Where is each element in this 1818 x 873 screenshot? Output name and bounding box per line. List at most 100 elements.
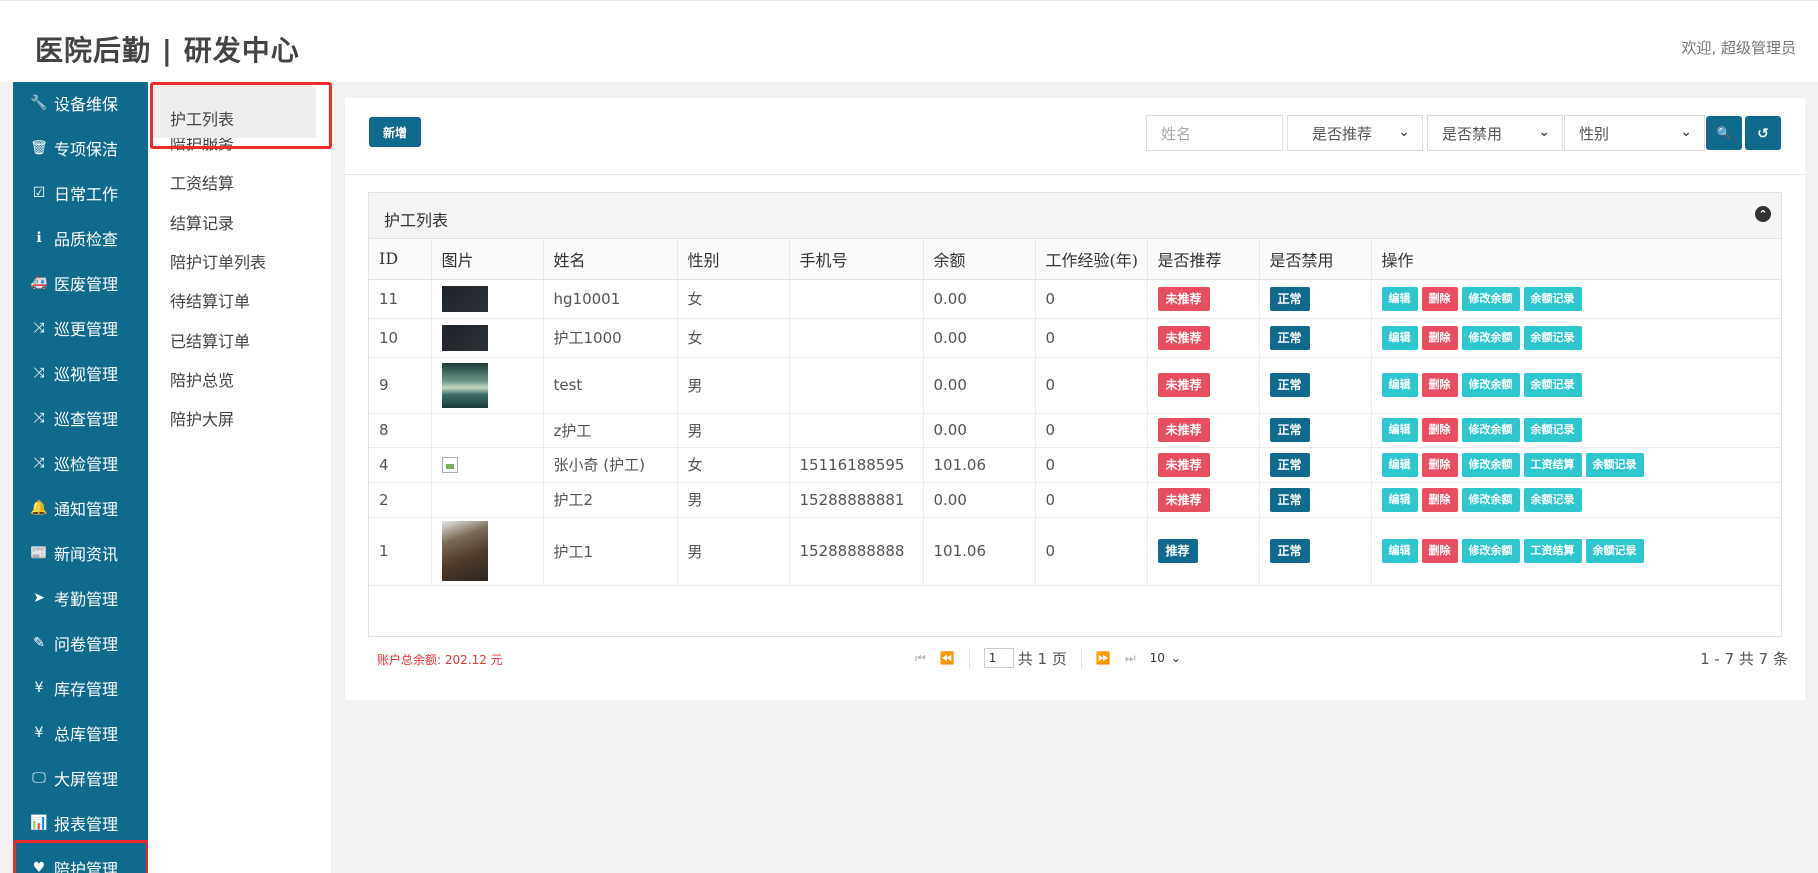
salary-settle-button[interactable]: 工资结算 xyxy=(1523,452,1582,477)
sidebar-item[interactable]: 🗑 专项保洁 xyxy=(13,125,148,170)
status-badge[interactable]: 正常 xyxy=(1269,487,1310,512)
balance-record-button[interactable]: 余额记录 xyxy=(1523,373,1582,397)
table-row: 1 护工1 男 15288888888 101.06 0 推荐 正常 编辑 删除 修改余额 工资结算余… xyxy=(369,517,1781,586)
modify-balance-button[interactable]: 修改余额 xyxy=(1461,487,1520,512)
recommend-badge[interactable]: 未推荐 xyxy=(1157,325,1210,350)
sidebar-item[interactable]: 🔔 通知管理 xyxy=(13,485,148,530)
salary-settle-button[interactable]: 工资结算 xyxy=(1523,539,1582,563)
edit-button[interactable]: 编辑 xyxy=(1381,418,1418,442)
page-total-text: 共 1 页 xyxy=(1017,649,1067,668)
last-page-icon[interactable]: ⏭ xyxy=(1125,651,1136,666)
sidebar-item[interactable]: ℹ 品质检查 xyxy=(13,215,148,260)
balance-record-button[interactable]: 余额记录 xyxy=(1585,452,1644,477)
submenu-item[interactable]: 结算记录 xyxy=(170,210,234,234)
sidebar-item[interactable]: 🔧 设备维保 xyxy=(13,80,148,125)
column-header: 手机号 xyxy=(789,239,924,280)
edit-button[interactable]: 编辑 xyxy=(1381,286,1418,311)
submenu-item[interactable]: 陪护大屏 xyxy=(170,406,234,430)
delete-button[interactable]: 删除 xyxy=(1421,418,1458,442)
balance-record-button[interactable]: 余额记录 xyxy=(1523,487,1582,512)
sidebar-item[interactable]: ⤨ 巡更管理 xyxy=(13,305,148,350)
pager-separator xyxy=(1080,648,1082,668)
recommend-badge[interactable]: 未推荐 xyxy=(1157,452,1210,477)
balance-record-button[interactable]: 余额记录 xyxy=(1523,286,1582,311)
delete-button[interactable]: 删除 xyxy=(1421,452,1458,477)
cell-gender: 男 xyxy=(677,413,790,448)
balance-record-button[interactable]: 余额记录 xyxy=(1523,418,1582,442)
submenu-item[interactable]: 陪护订单列表 xyxy=(170,249,266,273)
cell-name: 张小奇 (护工) xyxy=(543,447,678,483)
status-badge[interactable]: 正常 xyxy=(1269,452,1310,477)
reset-button[interactable]: ↺ xyxy=(1745,116,1781,150)
next-page-icon[interactable]: ⏩ xyxy=(1096,651,1111,665)
submenu-item[interactable]: 陪护总览 xyxy=(170,367,234,391)
table-row: 4 张小奇 (护工) 女 15116188595 101.06 0 未推荐 正常 编辑 删除 修改余… xyxy=(369,447,1781,483)
submenu-item[interactable]: 待结算订单 xyxy=(170,288,250,312)
delete-button[interactable]: 删除 xyxy=(1421,286,1458,311)
sidebar-item[interactable]: ¥ 总库管理 xyxy=(13,710,148,755)
prev-page-icon[interactable]: ⏪ xyxy=(940,651,955,665)
sidebar-item[interactable]: ⤨ 巡查管理 xyxy=(13,395,148,440)
modify-balance-button[interactable]: 修改余额 xyxy=(1461,452,1520,477)
add-button[interactable]: 新增 xyxy=(369,117,421,147)
edit-button[interactable]: 编辑 xyxy=(1381,373,1418,397)
collapse-icon[interactable]: ⌃ xyxy=(1755,206,1771,222)
recommend-select[interactable]: 是否推荐 ⌄ xyxy=(1287,115,1423,151)
search-button[interactable]: 🔍 xyxy=(1706,116,1742,150)
page-number-input[interactable]: 1 xyxy=(983,648,1014,668)
submenu-item-active[interactable]: 护工列表 xyxy=(170,106,234,130)
sidebar-item[interactable]: ✎ 问卷管理 xyxy=(13,620,148,665)
recommend-badge[interactable]: 推荐 xyxy=(1157,539,1198,563)
status-badge[interactable]: 正常 xyxy=(1269,373,1310,397)
gender-select[interactable]: 性别 ⌄ xyxy=(1564,115,1705,151)
edit-button[interactable]: 编辑 xyxy=(1381,487,1418,512)
submenu-item[interactable]: 已结算订单 xyxy=(170,328,250,352)
monitor-icon: 🖵 xyxy=(32,769,46,786)
status-badge[interactable]: 正常 xyxy=(1269,539,1310,563)
name-search-input[interactable]: 姓名 xyxy=(1146,115,1283,151)
sidebar-item[interactable]: ¥ 库存管理 xyxy=(13,665,148,710)
sidebar-item[interactable]: 🚑 医废管理 xyxy=(13,260,148,305)
edit-button[interactable]: 编辑 xyxy=(1381,325,1418,350)
cell-balance: 0.00 xyxy=(923,318,1036,358)
column-header: 是否推荐 xyxy=(1147,239,1260,280)
modify-balance-button[interactable]: 修改余额 xyxy=(1461,373,1520,397)
sidebar-item[interactable]: ⤨ 巡视管理 xyxy=(13,350,148,395)
cell-phone xyxy=(789,357,924,414)
first-page-icon[interactable]: ⏮ xyxy=(915,651,926,666)
status-badge[interactable]: 正常 xyxy=(1269,325,1310,350)
balance-record-button[interactable]: 余额记录 xyxy=(1523,325,1582,350)
cell-disabled: 正常 xyxy=(1259,318,1372,358)
status-badge[interactable]: 正常 xyxy=(1269,418,1310,442)
modify-balance-button[interactable]: 修改余额 xyxy=(1461,418,1520,442)
edit-button[interactable]: 编辑 xyxy=(1381,539,1418,563)
status-badge[interactable]: 正常 xyxy=(1269,286,1310,311)
recommend-badge[interactable]: 未推荐 xyxy=(1157,373,1210,397)
sidebar-item-label: 考勤管理 xyxy=(54,589,119,609)
recommend-badge[interactable]: 未推荐 xyxy=(1157,286,1210,311)
disabled-select[interactable]: 是否禁用 ⌄ xyxy=(1427,115,1563,151)
modify-balance-button[interactable]: 修改余额 xyxy=(1461,286,1520,311)
sidebar-item[interactable]: 📊 报表管理 xyxy=(13,800,148,845)
page-size-select[interactable]: 10 xyxy=(1150,651,1165,665)
sidebar-item[interactable]: ➤ 考勤管理 xyxy=(13,575,148,620)
modify-balance-button[interactable]: 修改余额 xyxy=(1461,325,1520,350)
column-header: 余额 xyxy=(923,239,1036,280)
submenu-item[interactable]: 工资结算 xyxy=(170,170,234,194)
delete-button[interactable]: 删除 xyxy=(1421,539,1458,563)
recommend-badge[interactable]: 未推荐 xyxy=(1157,418,1210,442)
delete-button[interactable]: 删除 xyxy=(1421,487,1458,512)
delete-button[interactable]: 删除 xyxy=(1421,325,1458,350)
cell-balance: 101.06 xyxy=(923,447,1036,483)
balance-record-button[interactable]: 余额记录 xyxy=(1585,539,1644,563)
sidebar-item[interactable]: 📰 新闻资讯 xyxy=(13,530,148,575)
sidebar-item[interactable]: ⤨ 巡检管理 xyxy=(13,440,148,485)
cell-actions: 编辑 删除 修改余额 工资结算 余额记录 xyxy=(1371,447,1781,483)
delete-button[interactable]: 删除 xyxy=(1421,373,1458,397)
cell-id: 11 xyxy=(369,279,432,319)
edit-button[interactable]: 编辑 xyxy=(1381,452,1418,477)
sidebar-item[interactable]: ☑ 日常工作 xyxy=(13,170,148,215)
recommend-badge[interactable]: 未推荐 xyxy=(1157,487,1210,512)
sidebar-item[interactable]: 🖵 大屏管理 xyxy=(13,755,148,800)
modify-balance-button[interactable]: 修改余额 xyxy=(1461,539,1520,563)
